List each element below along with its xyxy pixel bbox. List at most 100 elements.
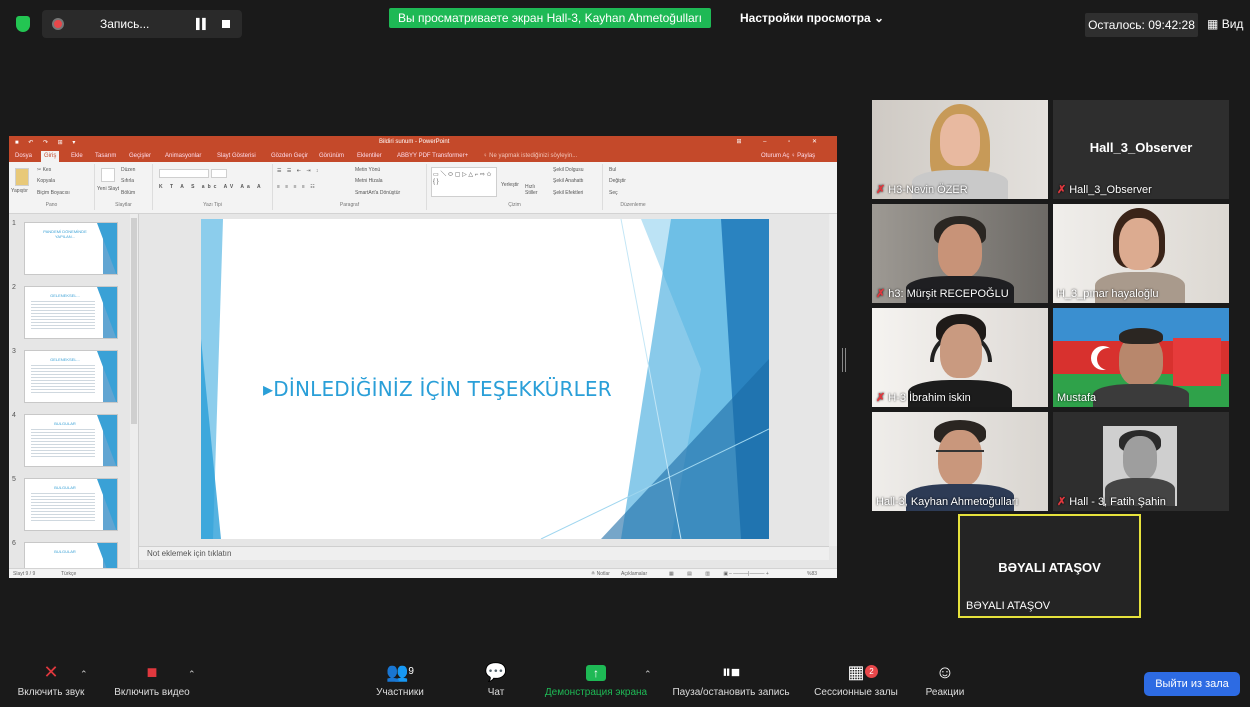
list-icons[interactable]: ☰ ☰ ⇤ ⇥ ↕ <box>277 168 320 174</box>
start-video-button[interactable]: ■ Включить видео <box>106 657 198 698</box>
leave-meeting-button[interactable]: Выйти из зала <box>1144 672 1240 696</box>
participant-tile[interactable]: ✗ H-3 İbrahim iskin <box>872 308 1048 407</box>
share-options-chevron-icon[interactable]: ⌃ <box>644 669 652 680</box>
copy-button[interactable]: Kopyala <box>37 178 55 184</box>
pause-stop-recording-button[interactable]: ⏸⏹ Пауза/остановить запись <box>664 657 798 698</box>
breakout-badge: 2 <box>865 665 878 678</box>
thumb-number: 3 <box>12 348 16 355</box>
participant-tile[interactable]: Hall_3_Observer ✗ Hall_3_Observer <box>1053 100 1229 199</box>
font-format-icons[interactable]: K T A S abc AV Aa A <box>159 184 264 190</box>
tell-me-box[interactable]: ♀ Ne yapmak istediğinizi söyleyin... <box>483 153 577 159</box>
participant-big-name: Hall_3_Observer <box>1089 140 1193 155</box>
share-link[interactable]: Oturum Aç ♀ Paylaş <box>761 153 815 159</box>
view-options-button[interactable]: Настройки просмотра ⌄ <box>740 11 884 25</box>
thumb-title: GELENEKSEL... <box>50 357 80 362</box>
quick-access-icons[interactable]: ■ ↶ ↷ ⊞ ▾ <box>15 139 79 146</box>
tab-gecisler[interactable]: Geçişler <box>129 153 151 159</box>
stop-icon[interactable] <box>222 20 230 28</box>
font-size-field[interactable] <box>211 169 227 178</box>
slide-thumbnail[interactable]: GELENEKSEL... <box>24 350 118 403</box>
current-slide[interactable]: ▸DİNLEDİĞİNİZ İÇİN TEŞEKKÜRLER <box>201 219 769 539</box>
tab-gorunum[interactable]: Görünüm <box>319 153 344 159</box>
participant-tile[interactable]: ✗ Hall - 3, Fatih Şahin <box>1053 412 1229 511</box>
tab-slayt-gosterisi[interactable]: Slayt Gösterisi <box>217 153 256 159</box>
active-speaker-tile[interactable]: BƏYALI ATAŞOV BƏYALI ATAŞOV <box>958 514 1141 618</box>
paste-icon[interactable] <box>15 168 29 186</box>
participant-tile[interactable]: H_3_pınar hayaloğlu <box>1053 204 1229 303</box>
participants-icon: 👥9 <box>386 662 414 682</box>
select-button[interactable]: Seç <box>609 190 618 196</box>
window-controls[interactable]: ⊞ – ▫ ✕ <box>736 138 827 145</box>
view-mode-icons[interactable]: ▦ ▤ ▥ ▣ <box>669 571 734 577</box>
zoom-level[interactable]: %83 <box>807 571 817 577</box>
tab-tasarim[interactable]: Tasarım <box>95 153 116 159</box>
share-screen-button[interactable]: ↑ Демонстрация экрана <box>538 657 654 698</box>
tab-dosya[interactable]: Dosya <box>15 153 32 159</box>
new-slide-icon[interactable] <box>101 168 115 182</box>
tab-giris[interactable]: Giriş <box>41 151 60 162</box>
new-slide-label[interactable]: Yeni Slayt <box>97 186 121 192</box>
participant-name: H_3_pınar hayaloğlu <box>1057 288 1159 300</box>
smartart-button[interactable]: SmartArt'a Dönüştür <box>355 190 400 196</box>
video-options-chevron-icon[interactable]: ⌃ <box>188 669 196 680</box>
breakout-rooms-button[interactable]: ▦ Сессионные залы <box>808 657 904 698</box>
participant-tile[interactable]: ✗ H3-Nevin ÖZER <box>872 100 1048 199</box>
notes-pane[interactable]: Not eklemek için tıklatın <box>139 546 829 560</box>
slide-thumbnail[interactable]: PANDEMİ DÖNEMİNDE YAPILAN... <box>24 222 118 275</box>
pause-icon[interactable]: ▌▌ <box>196 19 209 30</box>
participant-tile[interactable]: Hall-3, Kayhan Ahmetoğulları <box>872 412 1048 511</box>
shield-icon[interactable] <box>16 16 30 32</box>
participant-tile[interactable]: Mustafa <box>1053 308 1229 407</box>
status-comments-button[interactable]: Açıklamalar <box>621 571 647 577</box>
chat-label: Чат <box>487 687 505 698</box>
slide-thumbnail[interactable]: GELENEKSEL... <box>24 286 118 339</box>
font-name-field[interactable] <box>159 169 209 178</box>
shapes-gallery[interactable]: ▭ ＼ ⬭ ▢ ▷ △ ⌐ ⇨ ✩ { } <box>431 167 497 197</box>
replace-button[interactable]: Değiştir <box>609 178 626 184</box>
participant-tile[interactable]: ✗ h3: Mürşit RECEPOĞLU <box>872 204 1048 303</box>
quick-styles-button[interactable]: Hızlı Stiller <box>525 184 545 196</box>
slide-thumbnail[interactable]: BULGULAR <box>24 414 118 467</box>
participants-button[interactable]: 👥9 Участники <box>368 657 432 698</box>
layout-button[interactable]: Düzen <box>121 167 135 173</box>
editing-group: Bul Değiştir Seç Düzenleme <box>603 164 663 210</box>
slide-scrollbar[interactable] <box>829 214 837 546</box>
muted-mic-icon: ✗ <box>876 288 886 300</box>
paragraph-group: ☰ ☰ ⇤ ⇥ ↕ ≡ ≡ ≡ ≡ ☷ Metin Yönü Metni Hiz… <box>273 164 427 210</box>
thumbnails-scrollbar[interactable] <box>130 214 138 568</box>
shape-outline-button[interactable]: Şekil Anahattı <box>553 178 584 184</box>
reactions-button[interactable]: ☺ Реакции <box>918 657 972 698</box>
audio-options-chevron-icon[interactable]: ⌃ <box>80 669 88 680</box>
chat-button[interactable]: 💬 Чат <box>478 657 514 698</box>
slide-thumbnail[interactable]: BULGULAR <box>24 478 118 531</box>
tab-ekle[interactable]: Ekle <box>71 153 83 159</box>
reset-button[interactable]: Sıfırla <box>121 178 134 184</box>
find-button[interactable]: Bul <box>609 167 616 173</box>
align-text-button[interactable]: Metni Hizala <box>355 178 383 184</box>
zoom-slider[interactable]: – ———|——— + <box>729 571 769 577</box>
format-painter-button[interactable]: Biçim Boyacısı <box>37 190 70 196</box>
cut-button[interactable]: ✂ Kes <box>37 167 51 173</box>
section-button[interactable]: Bölüm <box>121 190 135 196</box>
tab-eklentiler[interactable]: Eklentiler <box>357 153 382 159</box>
shared-screen[interactable]: ■ ↶ ↷ ⊞ ▾ Bildiri sunum - PowerPoint ⊞ –… <box>9 136 837 578</box>
tab-gozden-gecir[interactable]: Gözden Geçir <box>271 153 308 159</box>
view-button[interactable]: ▦ Вид <box>1207 17 1243 31</box>
status-language[interactable]: Türkçe <box>61 571 76 577</box>
align-icons[interactable]: ≡ ≡ ≡ ≡ ☷ <box>277 184 317 190</box>
shape-effects-button[interactable]: Şekil Efektleri <box>553 190 583 196</box>
tab-abbyy[interactable]: ABBYY PDF Transformer+ <box>397 153 468 159</box>
tab-animasyonlar[interactable]: Animasyonlar <box>165 153 201 159</box>
record-dot-icon <box>52 18 64 30</box>
thumb-number: 4 <box>12 412 16 419</box>
recording-label: Запись... <box>100 17 150 31</box>
status-notes-button[interactable]: ≗ Notlar <box>591 571 610 577</box>
gallery-splitter[interactable] <box>842 348 846 372</box>
participants-count: 9 <box>408 666 414 677</box>
shape-fill-button[interactable]: Şekil Dolgusu <box>553 167 584 173</box>
paste-label[interactable]: Yapıştır <box>11 188 28 194</box>
text-direction-button[interactable]: Metin Yönü <box>355 167 380 173</box>
font-group: K T A S abc AV Aa A Yazı Tipi <box>153 164 273 210</box>
meeting-toolbar: ✕ Включить звук ⌃ ■ Включить видео ⌃ 👥9 … <box>0 657 1250 707</box>
arrange-button[interactable]: Yerleştir <box>501 182 519 188</box>
